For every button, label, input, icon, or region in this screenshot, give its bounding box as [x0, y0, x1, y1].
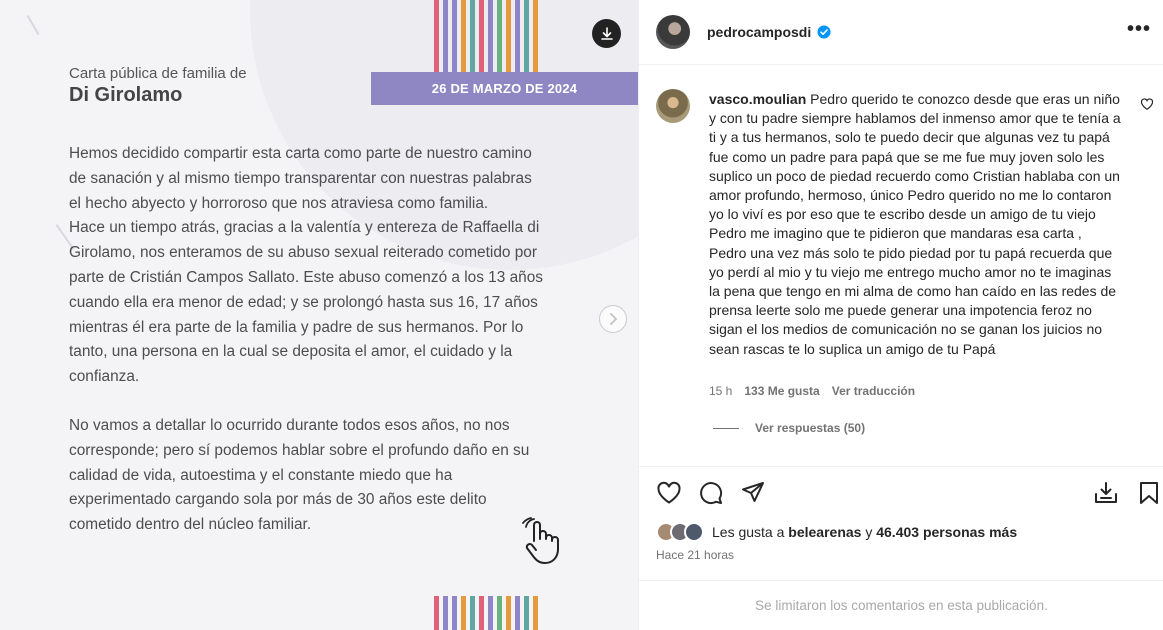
view-replies-button[interactable]: Ver respuestas (50) — [713, 421, 865, 435]
decor-tick — [26, 14, 40, 36]
color-stripe — [461, 596, 466, 630]
view-replies-label: Ver respuestas (50) — [755, 421, 866, 435]
instagram-post-view: 26 DE MARZO DE 2024 Carta pública de fam… — [0, 0, 1163, 630]
letter-title: Di Girolamo — [69, 84, 183, 106]
comment-username[interactable]: vasco.moulian — [709, 91, 806, 107]
letter-paragraph: No vamos a detallar lo ocurrido durante … — [69, 416, 530, 534]
likes-conjunction: y — [865, 524, 873, 540]
color-stripe — [506, 0, 511, 72]
comment-icon[interactable] — [698, 480, 724, 506]
chevron-right-icon — [610, 313, 617, 325]
color-stripe — [497, 596, 502, 630]
heart-icon[interactable] — [656, 480, 682, 506]
color-stripe — [434, 596, 439, 630]
bookmark-icon[interactable] — [1136, 480, 1162, 506]
color-stripe — [524, 596, 529, 630]
color-stripes-top — [434, 0, 538, 72]
color-stripe — [515, 596, 520, 630]
color-stripe — [488, 596, 493, 630]
post-image[interactable]: 26 DE MARZO DE 2024 Carta pública de fam… — [0, 0, 638, 630]
liker-username[interactable]: belearenas — [788, 524, 861, 540]
color-stripe — [533, 0, 538, 72]
post-side-panel: pedrocampos​di ••• vasco.moulian Pedro q… — [638, 0, 1163, 630]
download-button[interactable] — [592, 19, 621, 48]
likes-summary: Les gusta a belearenas y 46.403 personas… — [656, 522, 1017, 542]
comment-time: 15 h — [709, 384, 733, 398]
color-stripe — [515, 0, 520, 72]
color-stripe — [470, 596, 475, 630]
author-username[interactable]: pedrocampos​di — [707, 24, 811, 40]
likes-prefix: Les gusta a — [712, 524, 785, 540]
color-stripe — [524, 0, 529, 72]
color-stripe — [479, 596, 484, 630]
swipe-hand-icon — [522, 517, 559, 564]
color-stripe — [497, 0, 502, 72]
color-stripes-bottom — [434, 596, 538, 630]
commenter-avatar[interactable] — [656, 89, 690, 123]
color-stripe — [506, 596, 511, 630]
post-time: Hace 21 horas — [656, 548, 735, 562]
comment: vasco.moulian Pedro querido te conozco d… — [709, 90, 1121, 359]
save-to-collection-icon[interactable] — [1093, 480, 1119, 506]
color-stripe — [470, 0, 475, 72]
post-header: pedrocampos​di ••• — [639, 0, 1163, 65]
comment-like-heart-icon[interactable] — [1140, 97, 1154, 111]
comments-limited-text: Se limitaron los comentarios en esta pub… — [755, 598, 1048, 613]
color-stripe — [443, 0, 448, 72]
download-icon — [600, 26, 613, 40]
comment-meta: 15 h 133 Me gusta Ver traducción — [709, 384, 915, 398]
color-stripe — [452, 0, 457, 72]
comment-text: Pedro querido te conozco desde que eras … — [709, 91, 1121, 357]
color-stripe — [533, 596, 538, 630]
share-icon[interactable] — [740, 480, 766, 506]
comment-likes[interactable]: 133 Me gusta — [744, 384, 819, 398]
color-stripe — [479, 0, 484, 72]
author-avatar[interactable] — [656, 15, 690, 49]
letter-subtitle: Carta pública de familia de — [69, 65, 247, 82]
color-stripe — [434, 0, 439, 72]
color-stripe — [452, 596, 457, 630]
date-label: 26 DE MARZO DE 2024 — [431, 81, 578, 96]
more-options-icon[interactable]: ••• — [1127, 18, 1151, 41]
replies-divider — [713, 427, 739, 429]
letter-paragraph: Hemos decidido compartir esta carta como… — [69, 145, 543, 386]
comments-limited-notice: Se limitaron los comentarios en esta pub… — [639, 580, 1163, 630]
letter-body: Hemos decidido compartir esta carta como… — [69, 142, 569, 562]
likes-count[interactable]: 46.403 personas más — [876, 524, 1017, 540]
color-stripe — [443, 596, 448, 630]
next-slide-button[interactable] — [599, 305, 627, 333]
date-banner: 26 DE MARZO DE 2024 — [371, 72, 638, 105]
actions-divider — [639, 466, 1163, 467]
liker-avatar — [684, 522, 704, 542]
verified-badge-icon — [817, 25, 831, 39]
color-stripe — [461, 0, 466, 72]
likes-text[interactable]: Les gusta a belearenas y 46.403 personas… — [712, 524, 1017, 540]
translate-link[interactable]: Ver traducción — [832, 384, 915, 398]
color-stripe — [488, 0, 493, 72]
